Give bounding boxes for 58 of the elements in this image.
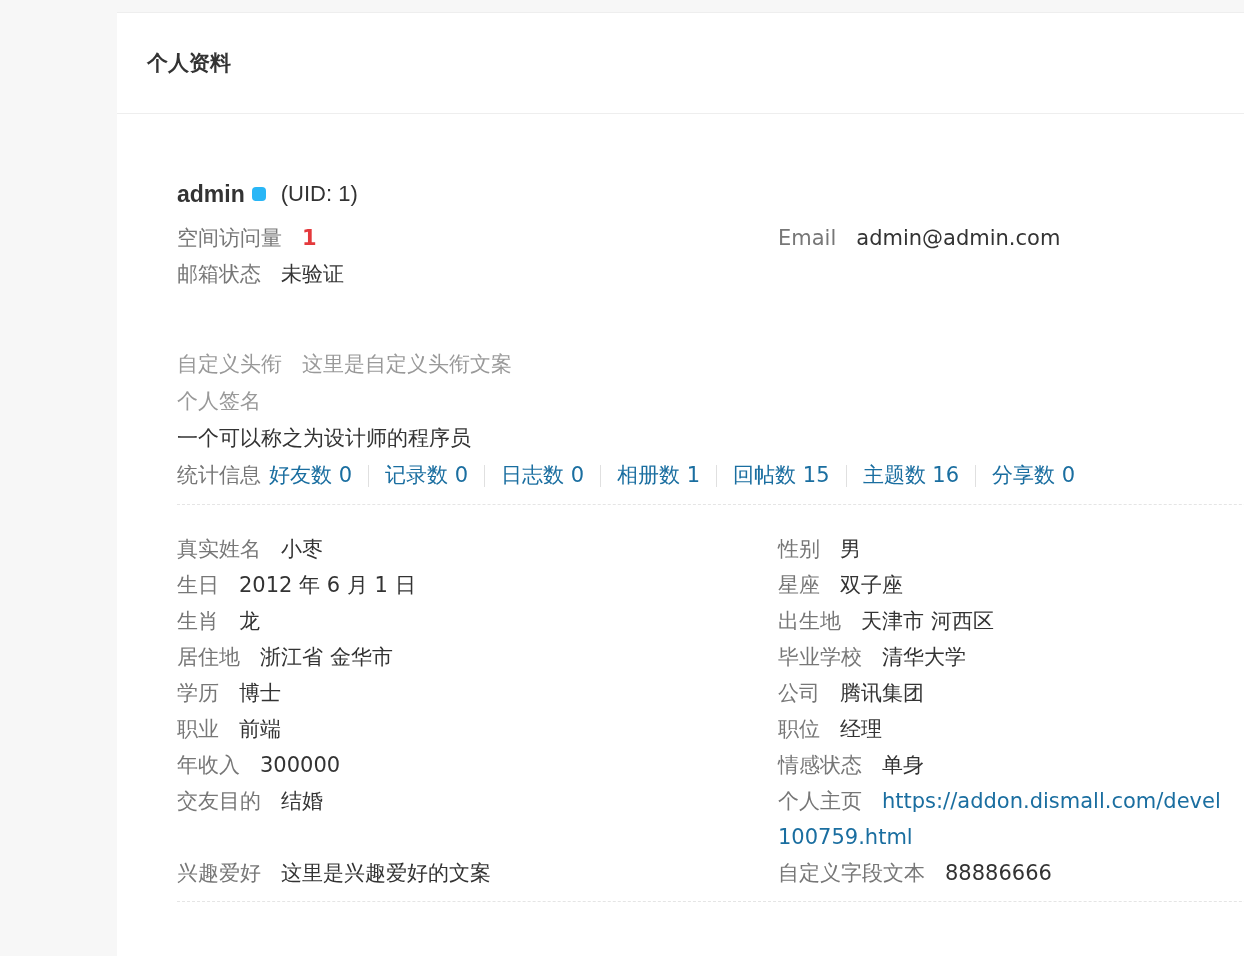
field-label: 空间访问量	[177, 226, 282, 250]
field-value: 结婚	[281, 789, 323, 813]
field-label: 性别	[778, 537, 820, 561]
stat-link[interactable]: 日志数 0	[501, 457, 585, 494]
stat-link[interactable]: 分享数 0	[992, 457, 1076, 494]
field-label: 星座	[778, 573, 820, 597]
field-label: 出生地	[778, 609, 841, 633]
field-value: 男	[840, 537, 861, 561]
field-value: 88886666	[945, 861, 1052, 885]
field-label: 自定义头衔	[177, 352, 282, 376]
field-label: 邮箱状态	[177, 262, 261, 286]
field-value: 2012 年 6 月 1 日	[239, 573, 416, 597]
field-value: 这里是兴趣爱好的文案	[281, 861, 491, 885]
field-label: 居住地	[177, 645, 240, 669]
field-value: 小枣	[281, 537, 323, 561]
field-value: 未验证	[281, 262, 344, 286]
stat-link[interactable]: 主题数 16	[862, 457, 959, 494]
field-label: 公司	[778, 681, 820, 705]
field-label: 交友目的	[177, 789, 261, 813]
panel-title: 个人资料	[147, 50, 231, 77]
stat-link[interactable]: 记录数 0	[385, 457, 469, 494]
field-label: 职位	[778, 717, 820, 741]
field-label: 毕业学校	[778, 645, 862, 669]
username: admin	[177, 180, 245, 208]
field-label: Email	[778, 226, 837, 250]
field-value: 天津市 河西区	[861, 609, 994, 633]
field-value: 300000	[260, 753, 341, 777]
field-label: 职业	[177, 717, 219, 741]
field-label: 自定义字段文本	[778, 861, 925, 885]
field-label: 个人签名	[177, 389, 261, 413]
visit-count: 1	[302, 226, 317, 250]
stat-link[interactable]: 相册数 1	[617, 457, 701, 494]
online-status-icon	[250, 186, 267, 202]
user-id: (UID: 1)	[280, 181, 358, 207]
field-label: 情感状态	[778, 753, 862, 777]
field-label: 真实姓名	[177, 537, 261, 561]
field-value: 龙	[239, 609, 260, 633]
field-label: 兴趣爱好	[177, 861, 261, 885]
field-value: 博士	[239, 681, 281, 705]
field-label: 年收入	[177, 753, 240, 777]
field-value: 前端	[239, 717, 281, 741]
field-label: 个人主页	[778, 789, 862, 813]
field-value: 单身	[882, 753, 924, 777]
field-value: 双子座	[840, 573, 903, 597]
field-value: 经理	[840, 717, 882, 741]
field-label: 生日	[177, 573, 219, 597]
signature-text: 一个可以称之为设计师的程序员	[177, 426, 471, 450]
field-value: 腾讯集团	[840, 681, 924, 705]
stats-label: 统计信息	[177, 462, 261, 489]
homepage-link[interactable]: https://addon.dismall.com/devel	[882, 789, 1221, 813]
homepage-link[interactable]: 100759.html	[778, 825, 913, 849]
field-label: 学历	[177, 681, 219, 705]
stat-link[interactable]: 好友数 0	[269, 457, 353, 494]
stat-link[interactable]: 回帖数 15	[733, 457, 830, 494]
field-value: admin@admin.com	[856, 226, 1061, 250]
field-label: 生肖	[177, 609, 219, 633]
field-value: 浙江省 金华市	[260, 645, 393, 669]
field-value: 清华大学	[882, 645, 966, 669]
